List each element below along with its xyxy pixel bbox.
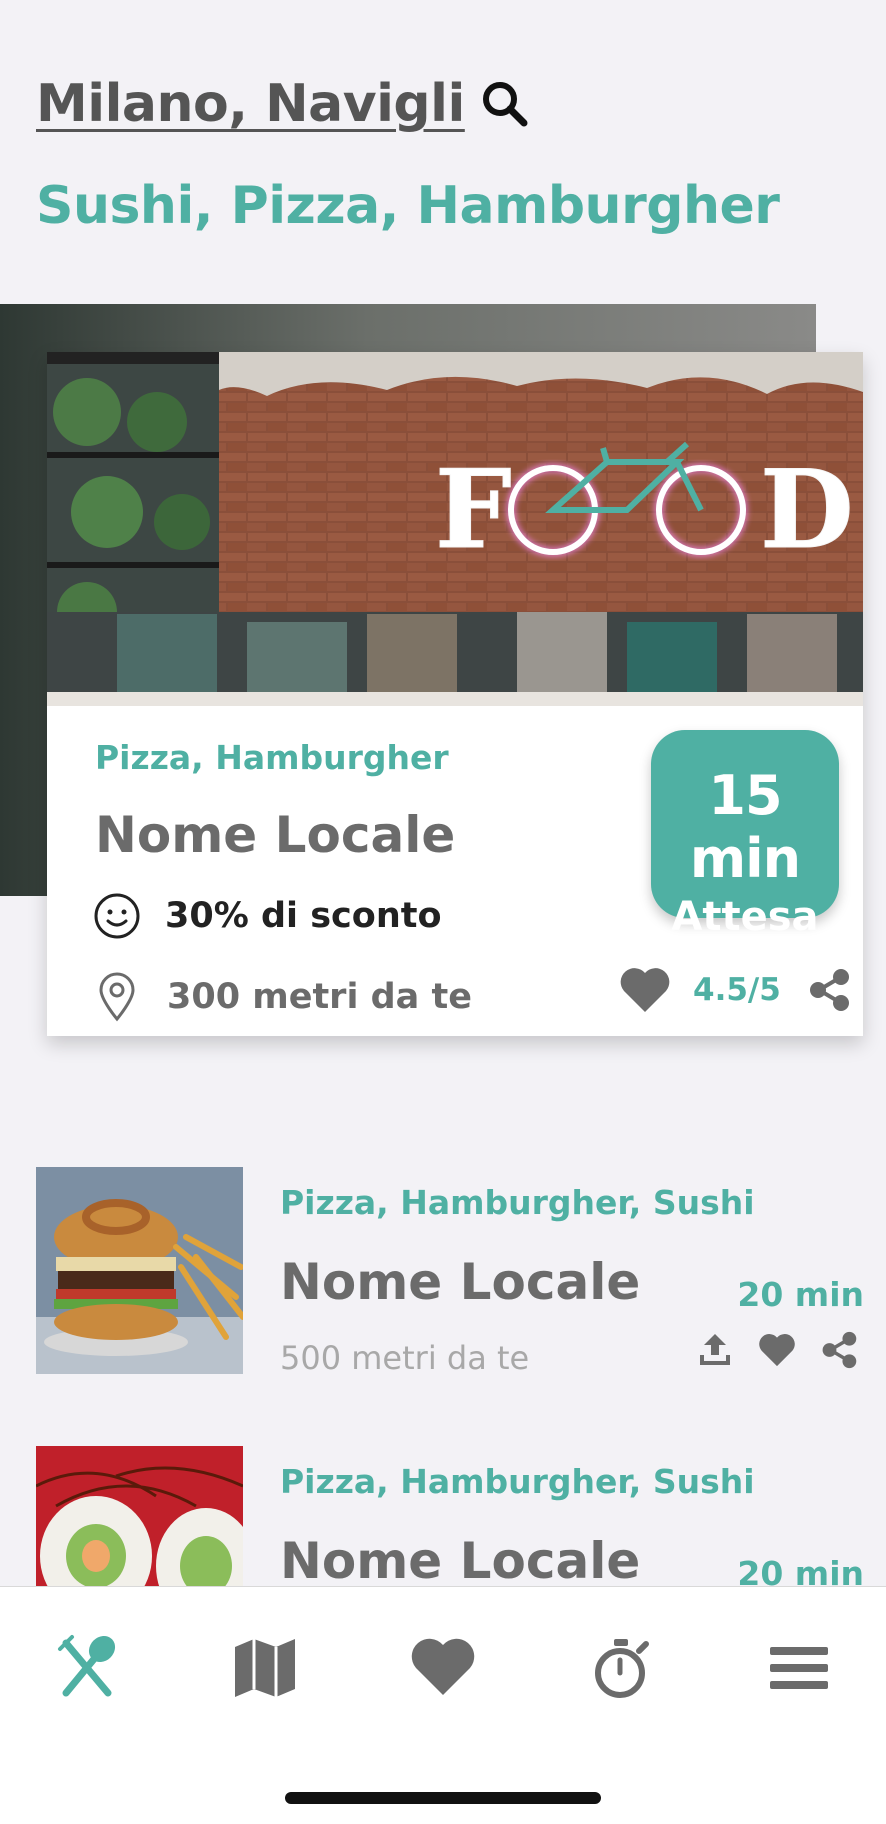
location-header[interactable]: Milano, Navigli xyxy=(36,74,531,134)
heart-icon[interactable] xyxy=(758,1331,796,1369)
distance-row: 300 metri da te xyxy=(97,972,472,1022)
share-icon[interactable] xyxy=(820,1331,858,1369)
timer-icon[interactable] xyxy=(586,1633,656,1703)
tab-timer[interactable] xyxy=(586,1633,656,1703)
item-distance: 500 metri da te xyxy=(280,1339,530,1377)
discount-text: 30% di sconto xyxy=(165,896,442,936)
wait-label: Attesa xyxy=(671,894,819,940)
heart-icon[interactable] xyxy=(408,1633,478,1703)
list-item[interactable]: Pizza, Hamburgher, Sushi Nome Locale 20 … xyxy=(36,1167,866,1377)
featured-restaurant-name[interactable]: Nome Locale xyxy=(95,806,455,864)
heart-icon[interactable] xyxy=(619,966,671,1014)
svg-text:F: F xyxy=(435,447,512,573)
tab-restaurants[interactable] xyxy=(52,1633,122,1703)
tab-menu[interactable] xyxy=(764,1633,834,1703)
home-indicator xyxy=(285,1792,601,1804)
item-restaurant-name[interactable]: Nome Locale xyxy=(280,1532,640,1590)
upload-icon[interactable] xyxy=(696,1331,734,1369)
discount-row: 30% di sconto xyxy=(93,892,442,940)
svg-text:D: D xyxy=(760,447,854,573)
bottom-tab-bar xyxy=(0,1586,886,1824)
restaurants-icon[interactable] xyxy=(52,1633,122,1703)
featured-restaurant-image: F D xyxy=(47,352,863,706)
wait-time-badge: 15 min Attesa xyxy=(651,730,839,940)
tab-map[interactable] xyxy=(230,1633,300,1703)
menu-icon[interactable] xyxy=(764,1633,834,1703)
wait-time: 15 min xyxy=(689,764,801,890)
burger-thumbnail xyxy=(36,1167,243,1374)
item-restaurant-name[interactable]: Nome Locale xyxy=(280,1253,640,1311)
item-actions xyxy=(696,1331,858,1369)
rating-text: 4.5/5 xyxy=(693,972,781,1008)
featured-actions: 4.5/5 xyxy=(619,966,851,1014)
search-icon[interactable] xyxy=(479,78,531,130)
featured-cuisine-tags: Pizza, Hamburgher xyxy=(95,738,449,777)
item-cuisine-tags: Pizza, Hamburgher, Sushi xyxy=(280,1183,755,1222)
location-text[interactable]: Milano, Navigli xyxy=(36,74,465,134)
smile-icon xyxy=(94,893,140,939)
item-wait-time: 20 min xyxy=(737,1275,864,1314)
map-icon[interactable] xyxy=(230,1633,300,1703)
share-icon[interactable] xyxy=(807,968,851,1012)
featured-restaurant-card[interactable]: F D Pizza, Hamburgher Nome Locale 30% di… xyxy=(47,352,863,1036)
distance-text: 300 metri da te xyxy=(167,977,472,1017)
location-pin-icon xyxy=(99,972,135,1022)
cuisine-filter[interactable]: Sushi, Pizza, Hamburgher xyxy=(36,176,780,236)
item-cuisine-tags: Pizza, Hamburgher, Sushi xyxy=(280,1462,755,1501)
tab-favorites[interactable] xyxy=(408,1633,478,1703)
